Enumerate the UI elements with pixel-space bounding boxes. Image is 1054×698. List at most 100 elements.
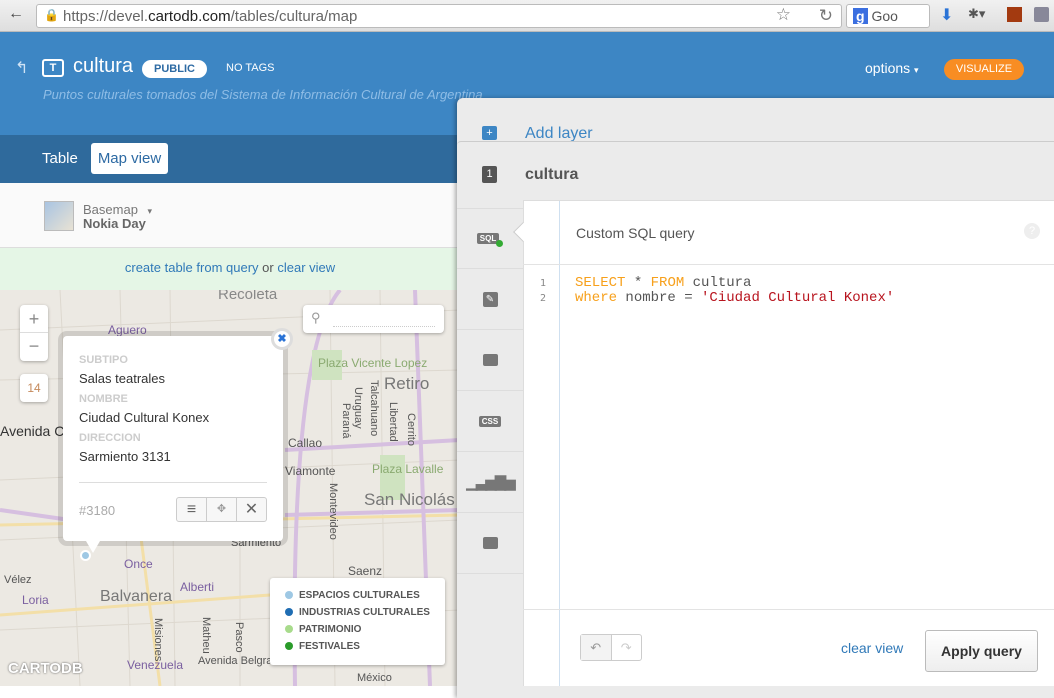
code-line[interactable]: SELECT * FROM cultura xyxy=(575,275,751,291)
tool-sql[interactable]: SQL xyxy=(457,208,523,269)
editor-title: Custom SQL query xyxy=(576,225,695,241)
reload-icon[interactable]: ↻ xyxy=(819,6,833,26)
zoom-in-button[interactable]: + xyxy=(20,305,48,333)
extension-icon[interactable] xyxy=(1007,7,1022,22)
infowindow-tail xyxy=(86,541,100,553)
basemap-selector[interactable]: Basemap ▾ xyxy=(83,202,152,217)
google-icon: g xyxy=(853,8,868,24)
table-title[interactable]: cultura xyxy=(73,55,133,78)
options-label: options xyxy=(865,60,911,76)
sql-text: * xyxy=(625,275,651,291)
legend-icon xyxy=(482,537,498,549)
create-table-link[interactable]: create table from query xyxy=(125,260,259,275)
undo-icon[interactable]: ↶ xyxy=(581,635,612,660)
infowindow-actions: ≡ ✥ ✕ xyxy=(176,497,267,522)
download-icon[interactable]: ⬇ xyxy=(940,5,953,25)
legend-item: PATRIMONIO xyxy=(285,624,361,635)
map-label: Once xyxy=(124,557,153,571)
divider xyxy=(523,609,1054,610)
visualize-button[interactable]: VISUALIZE xyxy=(944,59,1024,80)
evernote-icon[interactable] xyxy=(1034,7,1049,22)
map-label: Vélez xyxy=(4,574,32,586)
sql-string: 'Ciudad Cultural Konex' xyxy=(701,290,895,306)
undo-redo-group: ↶ ↷ xyxy=(580,634,642,661)
map-label: Talcahuano xyxy=(368,380,380,437)
map-legend: ESPACIOS CULTURALES INDUSTRIAS CULTURALE… xyxy=(270,578,445,665)
field-label: SUBTIPO xyxy=(79,354,128,366)
zoom-out-button[interactable]: − xyxy=(20,333,48,361)
zoom-control: + − xyxy=(20,305,48,361)
legend-label: ESPACIOS CULTURALES xyxy=(299,590,420,601)
map-label: Callao xyxy=(288,436,323,450)
back-arrow-icon[interactable]: ↰ xyxy=(15,58,28,78)
code-line[interactable]: where nombre = 'Ciudad Cultural Konex' xyxy=(575,290,894,306)
map-label: Uruguay xyxy=(352,387,364,429)
gutter-line xyxy=(559,201,561,686)
field-value: Ciudad Cultural Konex xyxy=(79,410,210,425)
legend-swatch xyxy=(285,625,293,633)
table-description[interactable]: Puntos culturales tomados del Sistema de… xyxy=(43,87,483,102)
map-label: Matheu xyxy=(200,617,212,654)
legend-item: FESTIVALES xyxy=(285,641,360,652)
privacy-badge[interactable]: PUBLIC xyxy=(142,60,207,78)
clear-view-button[interactable]: clear view xyxy=(841,640,903,656)
clear-view-link[interactable]: clear view xyxy=(277,260,335,275)
url-path: /tables/cultura/map xyxy=(230,8,358,25)
redo-icon[interactable]: ↷ xyxy=(612,635,642,660)
map-label: Saenz xyxy=(348,564,383,578)
legend-label: FESTIVALES xyxy=(299,641,360,652)
tab-map-view[interactable]: Map view xyxy=(91,143,168,174)
layer-name[interactable]: cultura xyxy=(525,166,578,184)
map-label: Recoleta xyxy=(218,290,278,303)
sql-editor-pane xyxy=(523,200,1054,686)
map-label: México xyxy=(357,672,392,684)
map-search-input[interactable]: ⚲ xyxy=(303,305,444,333)
search-icon: ⚲ xyxy=(311,310,321,325)
close-icon[interactable]: ✕ xyxy=(237,498,266,521)
help-icon[interactable]: ? xyxy=(1024,223,1040,239)
map-label: Pasco xyxy=(233,622,245,653)
url-domain: cartodb.com xyxy=(148,8,231,25)
tool-css[interactable]: CSS xyxy=(457,391,523,452)
basemap-value: Nokia Day xyxy=(83,216,146,231)
tool-legend[interactable] xyxy=(457,513,523,574)
map-label: Paraná xyxy=(340,403,352,439)
tool-wizard[interactable]: ✎ xyxy=(457,269,523,330)
basemap-thumbnail[interactable] xyxy=(44,201,74,231)
sql-keyword: FROM xyxy=(650,275,685,291)
map-label: Libertad xyxy=(387,402,399,442)
options-menu[interactable]: options ▾ xyxy=(865,60,919,76)
bookmark-star-icon[interactable]: ☆ xyxy=(776,5,791,25)
search-placeholder: Goo xyxy=(871,8,898,24)
address-bar[interactable]: 🔒 https://devel.cartodb.com/tables/cultur… xyxy=(36,4,842,28)
legend-label: PATRIMONIO xyxy=(299,624,362,635)
brush-icon: ✎ xyxy=(482,291,498,307)
sql-text: nombre = xyxy=(617,290,702,306)
map-label: Balvanera xyxy=(100,588,173,605)
tab-table[interactable]: Table xyxy=(42,150,78,167)
apply-query-button[interactable]: Apply query xyxy=(925,630,1038,672)
legend-item: ESPACIOS CULTURALES xyxy=(285,590,420,601)
css-icon: CSS xyxy=(478,415,502,427)
sql-keyword: SELECT xyxy=(575,275,626,291)
menu-icon[interactable]: ≡ xyxy=(177,498,207,521)
browser-search-input[interactable]: g Goo xyxy=(846,4,930,28)
sql-keyword: where xyxy=(575,290,618,306)
back-icon[interactable]: ← xyxy=(8,5,24,23)
move-icon[interactable]: ✥ xyxy=(207,498,237,521)
map-label: Misiones xyxy=(152,618,164,662)
extension-icon[interactable]: ✱▾ xyxy=(968,6,985,22)
cartodb-logo: CARTODB xyxy=(8,660,83,677)
field-value: Sarmiento 3131 xyxy=(79,449,171,464)
layer-number: 1 xyxy=(482,166,497,183)
tags-link[interactable]: NO TAGS xyxy=(226,62,275,74)
tool-legends[interactable]: ▁▃▅▇▅ xyxy=(457,452,523,513)
tool-infowindow[interactable] xyxy=(457,330,523,391)
plus-icon[interactable]: + xyxy=(482,126,497,140)
field-label: NOMBRE xyxy=(79,393,128,405)
status-dot xyxy=(496,240,504,247)
infowindow-close-button[interactable]: ✖ xyxy=(271,328,293,350)
infowindow: SUBTIPO Salas teatrales NOMBRE Ciudad Cu… xyxy=(63,336,283,553)
legend-swatch xyxy=(285,642,293,650)
map-label: Cerrito xyxy=(405,413,417,447)
